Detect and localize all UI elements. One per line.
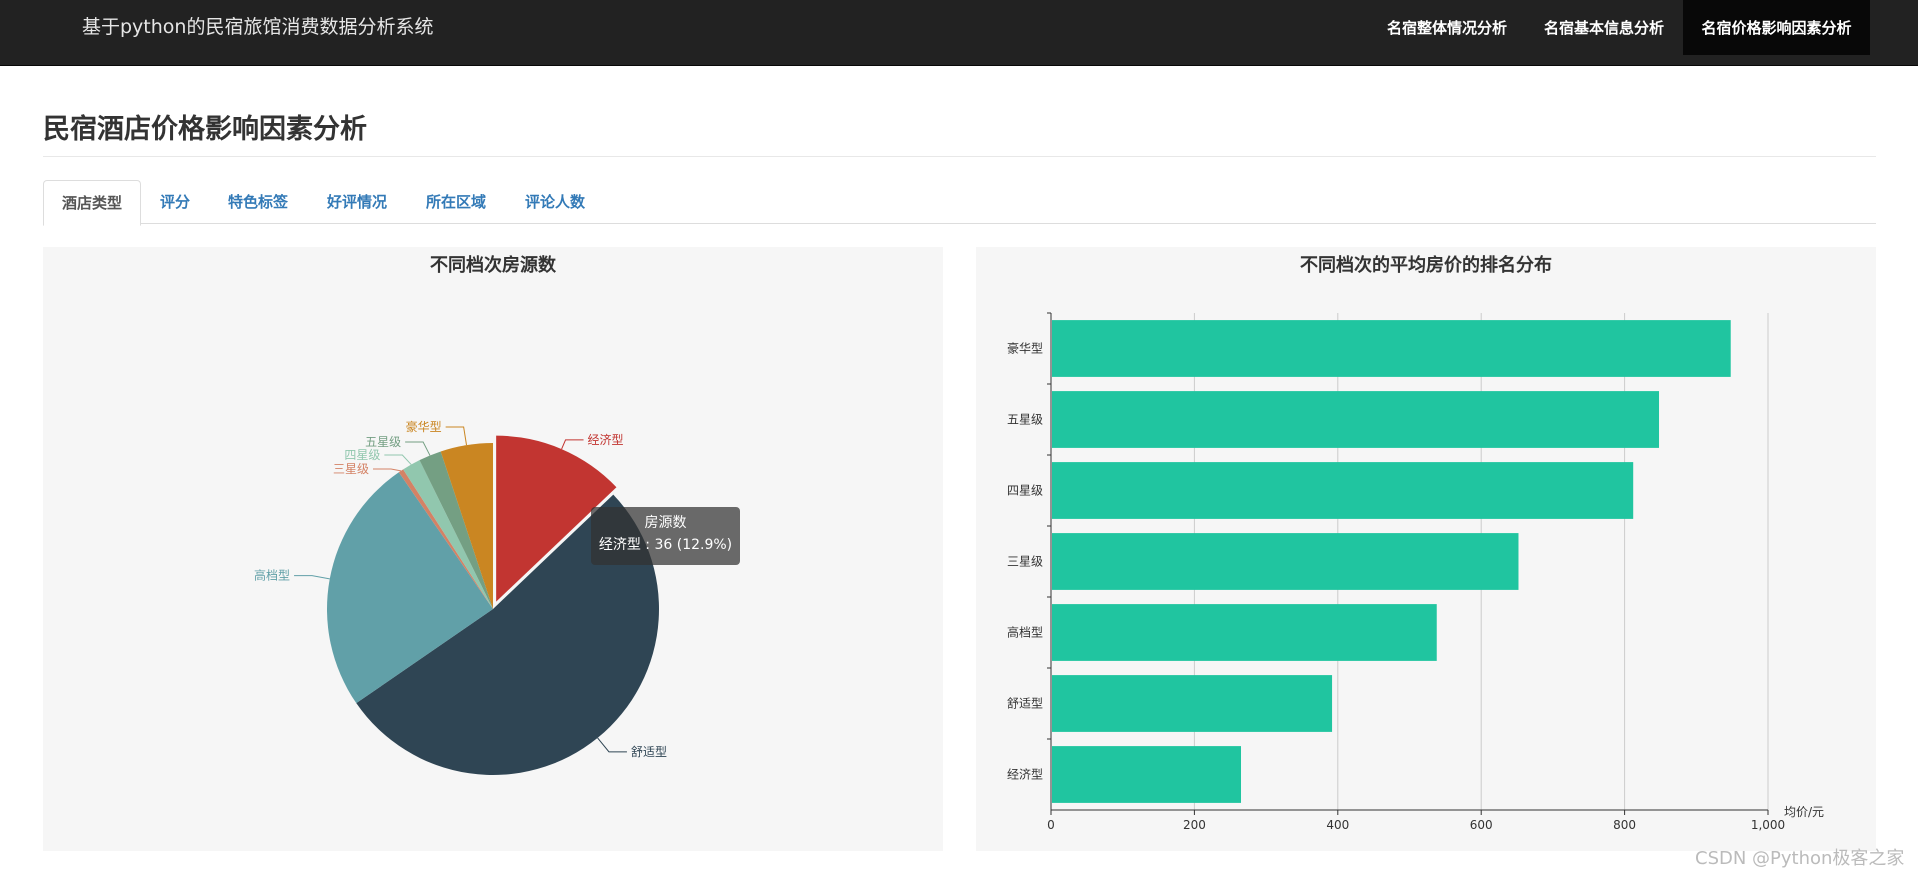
pie-chart-panel: 不同档次房源数 经济型舒适型 高档型 三星级 四星级 五星级 豪华型 bbox=[43, 247, 943, 851]
pie-label-item-5: 五星级 bbox=[365, 435, 401, 449]
tab-rating[interactable]: 评分 bbox=[146, 180, 204, 223]
pie-leader-line-item-1 bbox=[597, 737, 627, 753]
nav-item-overall-analysis[interactable]: 名宿整体情况分析 bbox=[1372, 0, 1522, 55]
x-tick-label: 0 bbox=[1047, 818, 1055, 832]
pie-chart: 不同档次房源数 经济型舒适型 高档型 三星级四星级五星级豪华型 bbox=[254, 254, 667, 775]
tab-feature-tags[interactable]: 特色标签 bbox=[216, 180, 300, 223]
y-category-label: 高档型 bbox=[1007, 625, 1043, 640]
pie-label-item-4: 四星级 bbox=[344, 448, 380, 462]
bar-item-2[interactable] bbox=[1052, 462, 1634, 519]
bar-item-3[interactable] bbox=[1052, 533, 1519, 590]
pie-leader-line-item-0 bbox=[561, 439, 584, 450]
x-tick-label: 1,000 bbox=[1751, 818, 1785, 832]
x-tick-label: 400 bbox=[1326, 818, 1349, 832]
tab-review-count[interactable]: 评论人数 bbox=[512, 180, 598, 223]
bar-item-0[interactable] bbox=[1052, 320, 1731, 377]
pie-leader-line-item-3 bbox=[373, 468, 402, 472]
pie-label-item-0: 经济型 bbox=[588, 432, 624, 447]
page-title: 民宿酒店价格影响因素分析 bbox=[43, 114, 367, 145]
top-navbar: 基于python的民宿旅馆消费数据分析系统 名宿整体情况分析 名宿基本信息分析 … bbox=[0, 0, 1918, 66]
nav-item-price-factors-analysis[interactable]: 名宿价格影响因素分析 bbox=[1683, 0, 1870, 55]
bar-item-5[interactable] bbox=[1052, 675, 1333, 732]
bar-chart-title: 不同档次的平均房价的排名分布 bbox=[1300, 254, 1552, 276]
y-category-label: 舒适型 bbox=[1007, 697, 1043, 711]
bar-item-4[interactable] bbox=[1052, 604, 1437, 661]
bar-item-1[interactable] bbox=[1052, 391, 1660, 448]
x-tick-label: 800 bbox=[1613, 818, 1636, 832]
bar-chart: 不同档次的平均房价的排名分布 0 200 400 600 800 1,000 豪华型五星级四… bbox=[1007, 254, 1824, 832]
pie-label-item-3: 三星级 bbox=[333, 462, 369, 476]
bar-chart-panel: 不同档次的平均房价的排名分布 0 200 400 600 800 1,000 豪华型五星级四… bbox=[976, 247, 1876, 851]
tooltip-title: 房源数 bbox=[644, 515, 687, 531]
tab-hotel-type[interactable]: 酒店类型 bbox=[43, 180, 141, 226]
pie-tooltip: 房源数 经济型 : 36 (12.9%) bbox=[591, 507, 740, 565]
bar-item-6[interactable] bbox=[1052, 746, 1242, 803]
pie-label-item-2: 高档型 bbox=[254, 568, 290, 583]
y-category-label: 经济型 bbox=[1007, 767, 1043, 782]
tab-positive-reviews[interactable]: 好评情况 bbox=[314, 180, 400, 223]
pie-leader-line-item-4 bbox=[384, 454, 412, 465]
x-axis-name: 均价/元 bbox=[1784, 805, 1824, 819]
pie-label-item-6: 豪华型 bbox=[406, 419, 442, 434]
tab-district[interactable]: 所在区域 bbox=[413, 180, 499, 223]
app-brand[interactable]: 基于python的民宿旅馆消费数据分析系统 bbox=[82, 14, 433, 40]
watermark: CSDN @Python极客之家 bbox=[1695, 848, 1905, 869]
x-tick-label: 600 bbox=[1470, 818, 1493, 832]
y-category-label: 豪华型 bbox=[1007, 341, 1043, 356]
pie-leader-line-item-6 bbox=[445, 426, 468, 446]
pie-leader-line-item-5 bbox=[405, 441, 431, 456]
x-tick-label: 200 bbox=[1183, 818, 1206, 832]
y-category-label: 三星级 bbox=[1007, 555, 1043, 569]
y-category-label: 五星级 bbox=[1007, 413, 1043, 427]
y-category-label: 四星级 bbox=[1007, 484, 1043, 498]
nav-item-basic-info-analysis[interactable]: 名宿基本信息分析 bbox=[1527, 0, 1681, 55]
pie-chart-title: 不同档次房源数 bbox=[430, 254, 557, 276]
tabs-divider bbox=[43, 223, 1876, 224]
tooltip-text: 经济型 : 36 (12.9%) bbox=[598, 537, 733, 553]
pie-label-item-1: 舒适型 bbox=[631, 745, 667, 759]
pie-leader-line-item-2 bbox=[294, 575, 330, 580]
title-divider bbox=[43, 156, 1876, 157]
